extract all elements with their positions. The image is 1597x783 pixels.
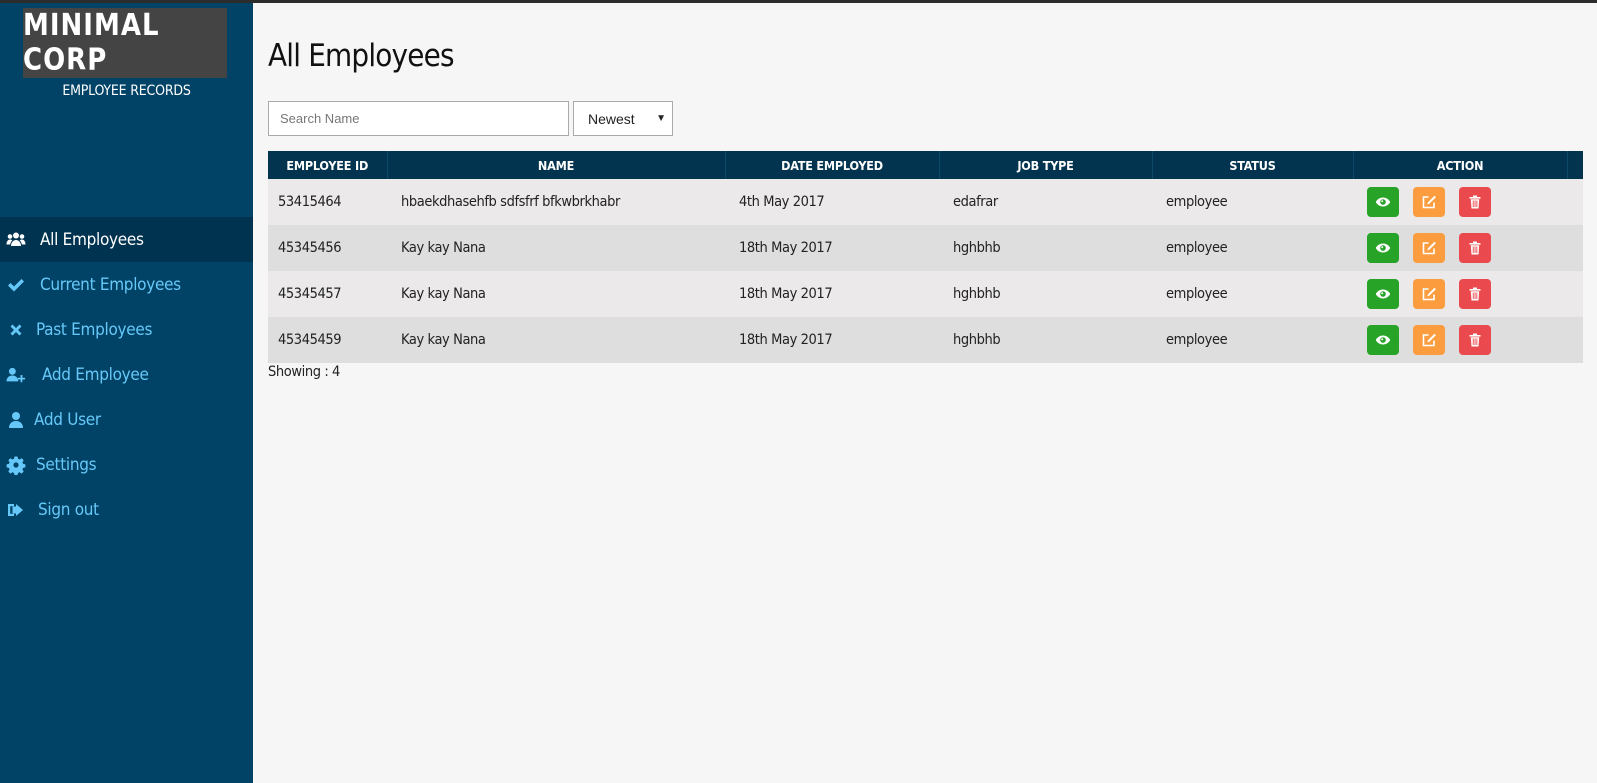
eye-icon <box>1375 243 1391 253</box>
sidebar-item-past-employees[interactable]: Past Employees <box>0 307 253 352</box>
view-button[interactable] <box>1367 325 1399 355</box>
table-row[interactable]: 53415464 hbaekdhasehfb sdfsfrf bfkwbrkha… <box>268 179 1583 225</box>
view-button[interactable] <box>1367 187 1399 217</box>
action-cell <box>1353 225 1567 271</box>
date-employed-cell: 18th May 2017 <box>725 271 939 317</box>
sidebar-nav: All Employees Current Employees Past Emp… <box>0 217 253 532</box>
users-icon <box>6 230 26 250</box>
action-cell <box>1353 271 1567 317</box>
eye-icon <box>1375 335 1391 345</box>
trash-icon <box>1469 241 1480 255</box>
row-spacer-cell <box>1567 317 1583 363</box>
date-employed-cell: 18th May 2017 <box>725 317 939 363</box>
sidebar-item-label: Current Employees <box>40 274 181 295</box>
edit-button[interactable] <box>1412 325 1445 355</box>
logo[interactable]: MINIMAL CORP <box>23 8 227 78</box>
employees-table: EMPLOYEE ID NAME DATE EMPLOYED JOB TYPE … <box>268 151 1583 363</box>
sidebar-item-current-employees[interactable]: Current Employees <box>0 262 253 307</box>
employee-id-cell: 45345459 <box>268 317 387 363</box>
delete-button[interactable] <box>1458 279 1491 309</box>
dropdown-arrow-icon: ▼ <box>656 113 666 124</box>
sort-select-value: Newest <box>588 110 635 127</box>
column-header-date-employed[interactable]: DATE EMPLOYED <box>725 151 940 179</box>
column-header-action: ACTION <box>1353 151 1568 179</box>
job-type-cell: hghbhb <box>939 271 1152 317</box>
sidebar-item-label: Settings <box>36 454 97 475</box>
logo-text: MINIMAL CORP <box>23 8 160 78</box>
job-type-cell: edafrar <box>939 179 1152 225</box>
row-spacer-cell <box>1567 225 1583 271</box>
column-header-employee-id[interactable]: EMPLOYEE ID <box>268 151 388 179</box>
search-name-input[interactable] <box>268 101 569 136</box>
employee-name-cell: Kay kay Nana <box>387 317 725 363</box>
edit-icon <box>1422 241 1436 255</box>
status-cell: employee <box>1152 179 1353 225</box>
showing-count: Showing : 4 <box>268 364 340 380</box>
table-row[interactable]: 45345457 Kay kay Nana 18th May 2017 hghb… <box>268 271 1583 317</box>
delete-button[interactable] <box>1458 233 1491 263</box>
view-button[interactable] <box>1367 279 1399 309</box>
user-icon <box>6 410 26 430</box>
edit-button[interactable] <box>1412 233 1445 263</box>
sidebar-item-label: Past Employees <box>36 319 153 340</box>
sidebar-item-add-employee[interactable]: Add Employee <box>0 352 253 397</box>
column-header-name[interactable]: NAME <box>387 151 726 179</box>
table-row[interactable]: 45345459 Kay kay Nana 18th May 2017 hghb… <box>268 317 1583 363</box>
page-title: All Employees <box>268 38 455 74</box>
action-cell <box>1353 179 1567 225</box>
sidebar-item-label: All Employees <box>40 229 144 250</box>
view-button[interactable] <box>1367 233 1399 263</box>
job-type-cell: hghbhb <box>939 225 1152 271</box>
table-row[interactable]: 45345456 Kay kay Nana 18th May 2017 hghb… <box>268 225 1583 271</box>
edit-button[interactable] <box>1412 187 1445 217</box>
sidebar-item-settings[interactable]: Settings <box>0 442 253 487</box>
employee-id-cell: 53415464 <box>268 179 387 225</box>
row-spacer-cell <box>1567 271 1583 317</box>
edit-button[interactable] <box>1412 279 1445 309</box>
column-header-job-type[interactable]: JOB TYPE <box>939 151 1153 179</box>
employee-id-cell: 45345456 <box>268 225 387 271</box>
trash-icon <box>1469 195 1480 209</box>
column-header-spacer <box>1567 151 1583 179</box>
employee-name-cell: Kay kay Nana <box>387 271 725 317</box>
employee-id-cell: 45345457 <box>268 271 387 317</box>
date-employed-cell: 18th May 2017 <box>725 225 939 271</box>
edit-icon <box>1422 287 1436 301</box>
delete-button[interactable] <box>1458 187 1491 217</box>
app-subtitle: EMPLOYEE RECORDS <box>62 83 191 99</box>
sidebar-item-add-user[interactable]: Add User <box>0 397 253 442</box>
employee-name-cell: hbaekdhasehfb sdfsfrf bfkwbrkhabr <box>387 179 725 225</box>
status-cell: employee <box>1152 317 1353 363</box>
sidebar: MINIMAL CORP EMPLOYEE RECORDS All Employ… <box>0 3 253 783</box>
job-type-cell: hghbhb <box>939 317 1152 363</box>
eye-icon <box>1375 289 1391 299</box>
sign-out-icon <box>6 500 26 520</box>
edit-icon <box>1422 333 1436 347</box>
edit-icon <box>1422 195 1436 209</box>
user-plus-icon <box>6 365 26 385</box>
trash-icon <box>1469 287 1480 301</box>
eye-icon <box>1375 197 1391 207</box>
date-employed-cell: 4th May 2017 <box>725 179 939 225</box>
sidebar-item-sign-out[interactable]: Sign out <box>0 487 253 532</box>
trash-icon <box>1469 333 1480 347</box>
status-cell: employee <box>1152 225 1353 271</box>
status-cell: employee <box>1152 271 1353 317</box>
employee-name-cell: Kay kay Nana <box>387 225 725 271</box>
row-spacer-cell <box>1567 179 1583 225</box>
sidebar-item-label: Add Employee <box>42 364 149 385</box>
action-cell <box>1353 317 1567 363</box>
column-header-status[interactable]: STATUS <box>1152 151 1354 179</box>
gear-icon <box>6 455 26 475</box>
sidebar-item-label: Add User <box>34 409 101 430</box>
table-header-row: EMPLOYEE ID NAME DATE EMPLOYED JOB TYPE … <box>268 151 1583 179</box>
check-icon <box>6 275 26 295</box>
sidebar-item-label: Sign out <box>38 499 99 520</box>
delete-button[interactable] <box>1458 325 1491 355</box>
sort-select[interactable]: Newest ▼ <box>573 101 673 136</box>
sidebar-item-all-employees[interactable]: All Employees <box>0 217 253 262</box>
times-icon <box>6 320 26 340</box>
